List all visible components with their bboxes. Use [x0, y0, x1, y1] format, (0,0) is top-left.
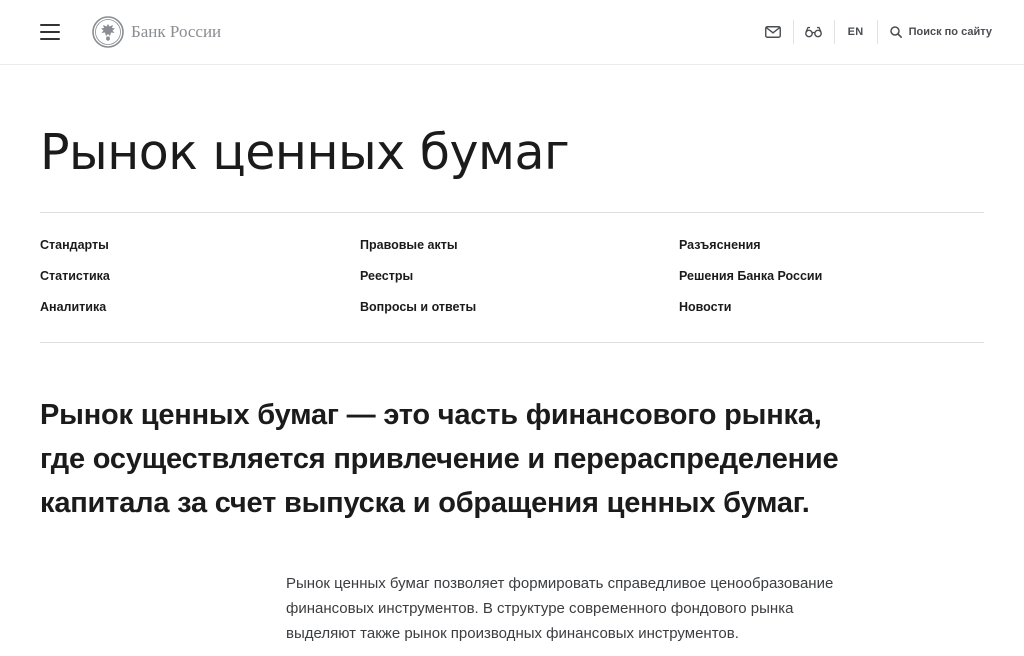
nav-link-explanations[interactable]: Разъяснения — [679, 238, 761, 252]
hamburger-menu-icon[interactable] — [40, 23, 62, 41]
divider — [40, 212, 984, 213]
nav-link-bank-decisions[interactable]: Решения Банка России — [679, 269, 822, 283]
section-nav: Стандарты Статистика Аналитика Правовые … — [40, 238, 984, 318]
divider — [40, 342, 984, 343]
mail-button[interactable] — [753, 0, 793, 64]
top-header: Банк России EN Поиск по сайту — [0, 0, 1024, 65]
nav-link-registers[interactable]: Реестры — [360, 269, 413, 283]
magnifier-icon — [889, 26, 902, 38]
logo-text: Банк России — [131, 22, 222, 41]
body-line: выделяют также рынок производных финансо… — [286, 625, 739, 642]
body-paragraph: Рынок ценных бумаг позволяет формировать… — [286, 571, 926, 646]
nav-link-faq[interactable]: Вопросы и ответы — [360, 300, 476, 314]
glasses-icon — [805, 26, 822, 38]
lead-line: Рынок ценных бумаг — это часть финансово… — [40, 399, 822, 431]
nav-link-statistics[interactable]: Статистика — [40, 269, 110, 283]
header-tools: EN Поиск по сайту — [753, 0, 992, 64]
envelope-icon — [764, 26, 781, 38]
nav-link-legal-acts[interactable]: Правовые акты — [360, 238, 458, 252]
nav-link-news[interactable]: Новости — [679, 300, 731, 314]
nav-link-standards[interactable]: Стандарты — [40, 238, 109, 252]
nav-link-analytics[interactable]: Аналитика — [40, 300, 106, 314]
body-line: Рынок ценных бумаг позволяет формировать… — [286, 575, 834, 592]
lead-line: капитала за счет выпуска и обращения цен… — [40, 487, 810, 519]
accessibility-button[interactable] — [794, 0, 834, 64]
lead-line: где осуществляется привлечение и перерас… — [40, 443, 839, 475]
page-title: Рынок ценных бумаг — [40, 124, 570, 181]
site-logo[interactable]: Банк России — [92, 16, 221, 48]
double-headed-eagle-emblem-icon — [92, 16, 124, 48]
lead-paragraph: Рынок ценных бумаг — это часть финансово… — [40, 393, 940, 525]
search-button[interactable]: Поиск по сайту — [878, 0, 992, 64]
search-label: Поиск по сайту — [908, 26, 992, 38]
body-line: финансовых инструментов. В структуре сов… — [286, 600, 794, 617]
language-switch[interactable]: EN — [835, 0, 877, 64]
